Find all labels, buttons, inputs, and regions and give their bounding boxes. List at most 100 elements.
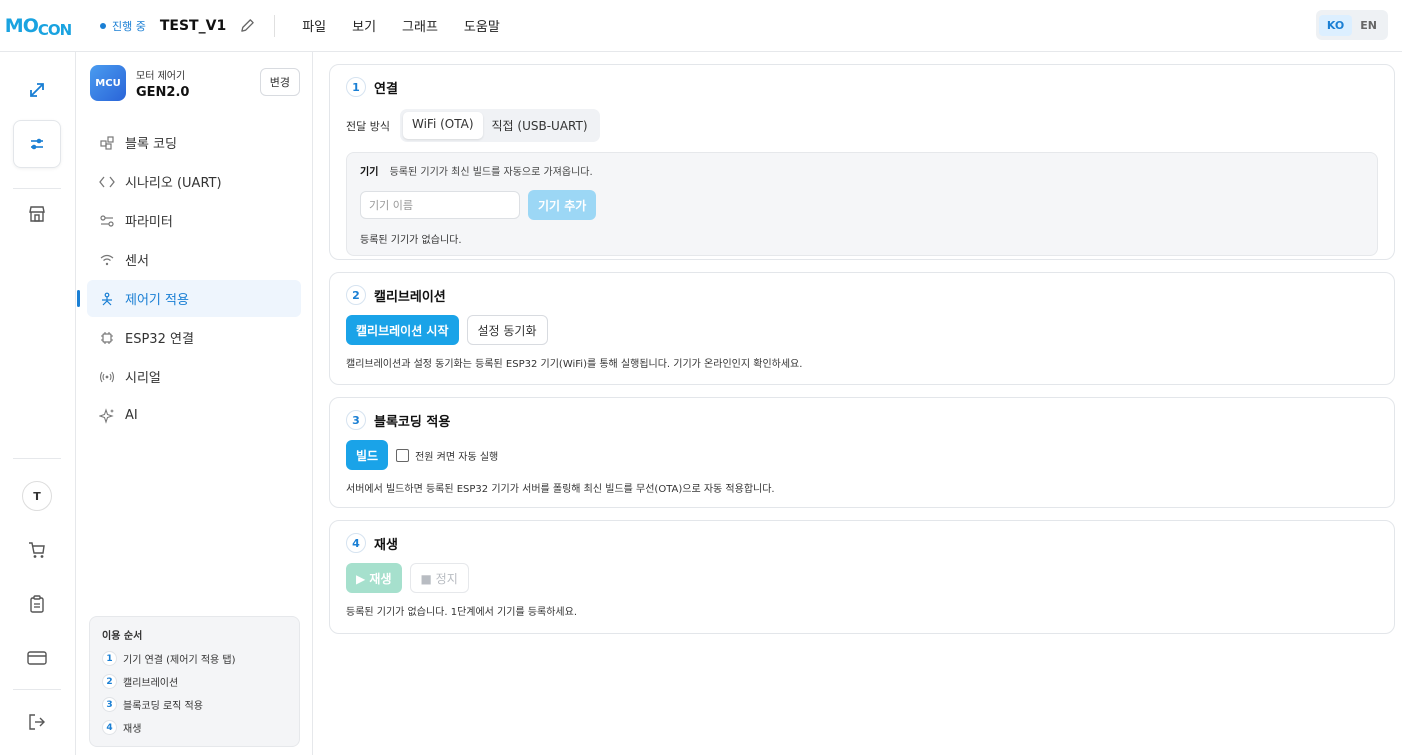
step-calibration-card: 2 캘리브레이션 캘리브레이션 시작 설정 동기화 캘리브레이션과 설정 동기화… <box>329 272 1395 385</box>
avatar[interactable]: T <box>22 481 52 511</box>
device-name: GEN2.0 <box>136 84 190 100</box>
sidebar-item-label: 블록 코딩 <box>125 137 177 152</box>
step-number: 1 <box>346 77 366 97</box>
status-dot <box>100 22 106 29</box>
guide-step: 1 기기 연결 (제어기 적용 탭) <box>102 650 287 667</box>
logout-icon[interactable] <box>13 698 61 746</box>
signal-icon <box>99 369 115 385</box>
mcu-badge: MCU <box>90 65 126 101</box>
menu-file[interactable]: 파일 <box>302 16 326 35</box>
autorun-checkbox[interactable] <box>396 448 410 462</box>
guide-step-text: 블록코딩 로직 적용 <box>123 701 203 712</box>
top-bar: M O CON 진행 중 TEST_V1 파일 보기 그래프 도움말 KO EN <box>0 0 1402 52</box>
build-button[interactable]: 빌드 <box>346 440 389 470</box>
sidebar-item-label: 시나리오 (UART) <box>125 176 222 191</box>
clipboard-icon[interactable] <box>13 580 61 628</box>
lang-ko-button[interactable]: KO <box>1318 14 1353 36</box>
sidebar-item-ai[interactable]: AI <box>87 397 301 434</box>
step-play-card: 4 재생 ▶ 재생 ■ 정지 등록된 기기가 없습니다. 1단계에서 기기를 등… <box>329 520 1395 634</box>
card-icon[interactable] <box>13 634 61 682</box>
apply-icon <box>99 291 115 307</box>
main-content: 1 연결 전달 방식 WiFi (OTA) 직접 (USB-UART) 기기 등… <box>314 52 1402 755</box>
usage-guide: 이용 순서 1 기기 연결 (제어기 적용 탭) 2 캘리브레이션 3 블록코딩… <box>89 616 300 747</box>
device-card: MCU 모터 제어기 GEN2.0 변경 <box>90 63 300 103</box>
sidebar-item-label: 센서 <box>125 254 149 269</box>
guide-step-text: 재생 <box>123 724 142 735</box>
guide-step: 3 블록코딩 로직 적용 <box>102 696 287 713</box>
guide-step-text: 기기 연결 (제어기 적용 탭) <box>123 655 236 666</box>
sidebar-item-label: 시리얼 <box>125 371 161 386</box>
sidebar-item-label: 파라미터 <box>125 215 173 230</box>
sliders-icon[interactable] <box>13 120 61 168</box>
guide-title: 이용 순서 <box>102 631 143 642</box>
device-panel: 기기 등록된 기기가 최신 빌드를 자동으로 가져옵니다. 기기 이름 기기 추… <box>346 152 1378 256</box>
sidebar-item-label: ESP32 연결 <box>125 332 194 347</box>
status-text: 진행 중 <box>112 19 146 33</box>
sidebar-item-block-coding[interactable]: 블록 코딩 <box>87 124 301 161</box>
step-block-coding-card: 3 블록코딩 적용 빌드 전원 켜면 자동 실행 서버에서 빌드하면 등록된 E… <box>329 397 1395 508</box>
logo[interactable]: M O CON <box>0 0 76 52</box>
code-icon <box>99 174 115 190</box>
device-label: 기기 <box>360 167 379 178</box>
add-device-button[interactable]: 기기 추가 <box>528 190 597 220</box>
divider <box>274 14 276 37</box>
calibration-desc: 캘리브레이션과 설정 동기화는 등록된 ESP32 기기(WiFi)를 통해 실… <box>346 359 803 370</box>
method-usb-tab[interactable]: 직접 (USB-UART) <box>483 112 597 139</box>
guide-step: 4 재생 <box>102 719 287 736</box>
guide-step-number: 4 <box>102 720 117 735</box>
guide-step-number: 2 <box>102 674 117 689</box>
step-number: 2 <box>346 285 366 305</box>
device-name-input[interactable]: 기기 이름 <box>360 191 520 219</box>
language-toggle: KO EN <box>1315 10 1388 40</box>
sync-settings-button[interactable]: 설정 동기화 <box>466 315 548 345</box>
step-title: 재생 <box>374 537 398 553</box>
sidebar-item-scenario[interactable]: 시나리오 (UART) <box>87 163 301 200</box>
change-device-button[interactable]: 변경 <box>259 68 300 96</box>
block-coding-desc: 서버에서 빌드하면 등록된 ESP32 기기가 서버를 폴링해 최신 빌드를 무… <box>346 484 775 495</box>
blocks-icon <box>99 135 115 151</box>
status-badge: 진행 중 <box>100 18 146 34</box>
guide-step: 2 캘리브레이션 <box>102 673 287 690</box>
guide-step-number: 1 <box>102 651 117 666</box>
method-label: 전달 방식 <box>346 119 390 133</box>
icon-rail: T <box>0 52 76 755</box>
sidebar-nav: 블록 코딩 시나리오 (UART) 파라미터 센서 제어기 적용 ESP32 연… <box>77 124 301 436</box>
guide-step-number: 3 <box>102 697 117 712</box>
store-icon[interactable] <box>13 190 61 238</box>
sidebar-item-sensor[interactable]: 센서 <box>87 241 301 278</box>
autorun-label: 전원 켜면 자동 실행 <box>415 451 499 463</box>
sidebar-item-parameter[interactable]: 파라미터 <box>87 202 301 239</box>
device-hint: 등록된 기기가 최신 빌드를 자동으로 가져옵니다. <box>389 167 593 178</box>
step-title: 블록코딩 적용 <box>374 414 451 430</box>
step-title: 연결 <box>374 81 398 97</box>
sparkle-icon <box>99 407 115 424</box>
calibration-start-button[interactable]: 캘리브레이션 시작 <box>346 315 459 345</box>
chip-icon <box>99 330 115 346</box>
play-desc: 등록된 기기가 없습니다. 1단계에서 기기를 등록하세요. <box>346 607 578 618</box>
menu-view[interactable]: 보기 <box>352 16 376 35</box>
menu-help[interactable]: 도움말 <box>464 16 500 35</box>
method-wifi-tab[interactable]: WiFi (OTA) <box>402 112 483 139</box>
no-device-text: 등록된 기기가 없습니다. <box>360 235 462 246</box>
cart-icon[interactable] <box>13 526 61 574</box>
sidebar-item-controller-apply[interactable]: 제어기 적용 <box>77 280 301 317</box>
sidebar-item-serial[interactable]: 시리얼 <box>87 358 301 395</box>
project-title: TEST_V1 <box>159 17 227 34</box>
stop-button[interactable]: ■ 정지 <box>409 563 469 593</box>
play-button[interactable]: ▶ 재생 <box>346 563 402 593</box>
chart-icon[interactable] <box>13 66 61 114</box>
method-selector: WiFi (OTA) 직접 (USB-UART) <box>399 109 600 142</box>
rail-divider <box>13 188 61 189</box>
rail-divider <box>13 458 61 459</box>
step-number: 4 <box>346 533 366 553</box>
sidebar: MCU 모터 제어기 GEN2.0 변경 블록 코딩 시나리오 (UART) 파… <box>77 52 313 755</box>
pencil-icon[interactable] <box>238 17 256 35</box>
rail-divider <box>13 689 61 690</box>
step-connection-card: 1 연결 전달 방식 WiFi (OTA) 직접 (USB-UART) 기기 등… <box>329 64 1395 260</box>
sidebar-item-label: 제어기 적용 <box>125 293 189 308</box>
device-type: 모터 제어기 <box>136 70 186 82</box>
step-number: 3 <box>346 410 366 430</box>
lang-en-button[interactable]: EN <box>1352 15 1385 36</box>
sidebar-item-esp32[interactable]: ESP32 연결 <box>87 319 301 356</box>
menu-graph[interactable]: 그래프 <box>402 16 438 35</box>
